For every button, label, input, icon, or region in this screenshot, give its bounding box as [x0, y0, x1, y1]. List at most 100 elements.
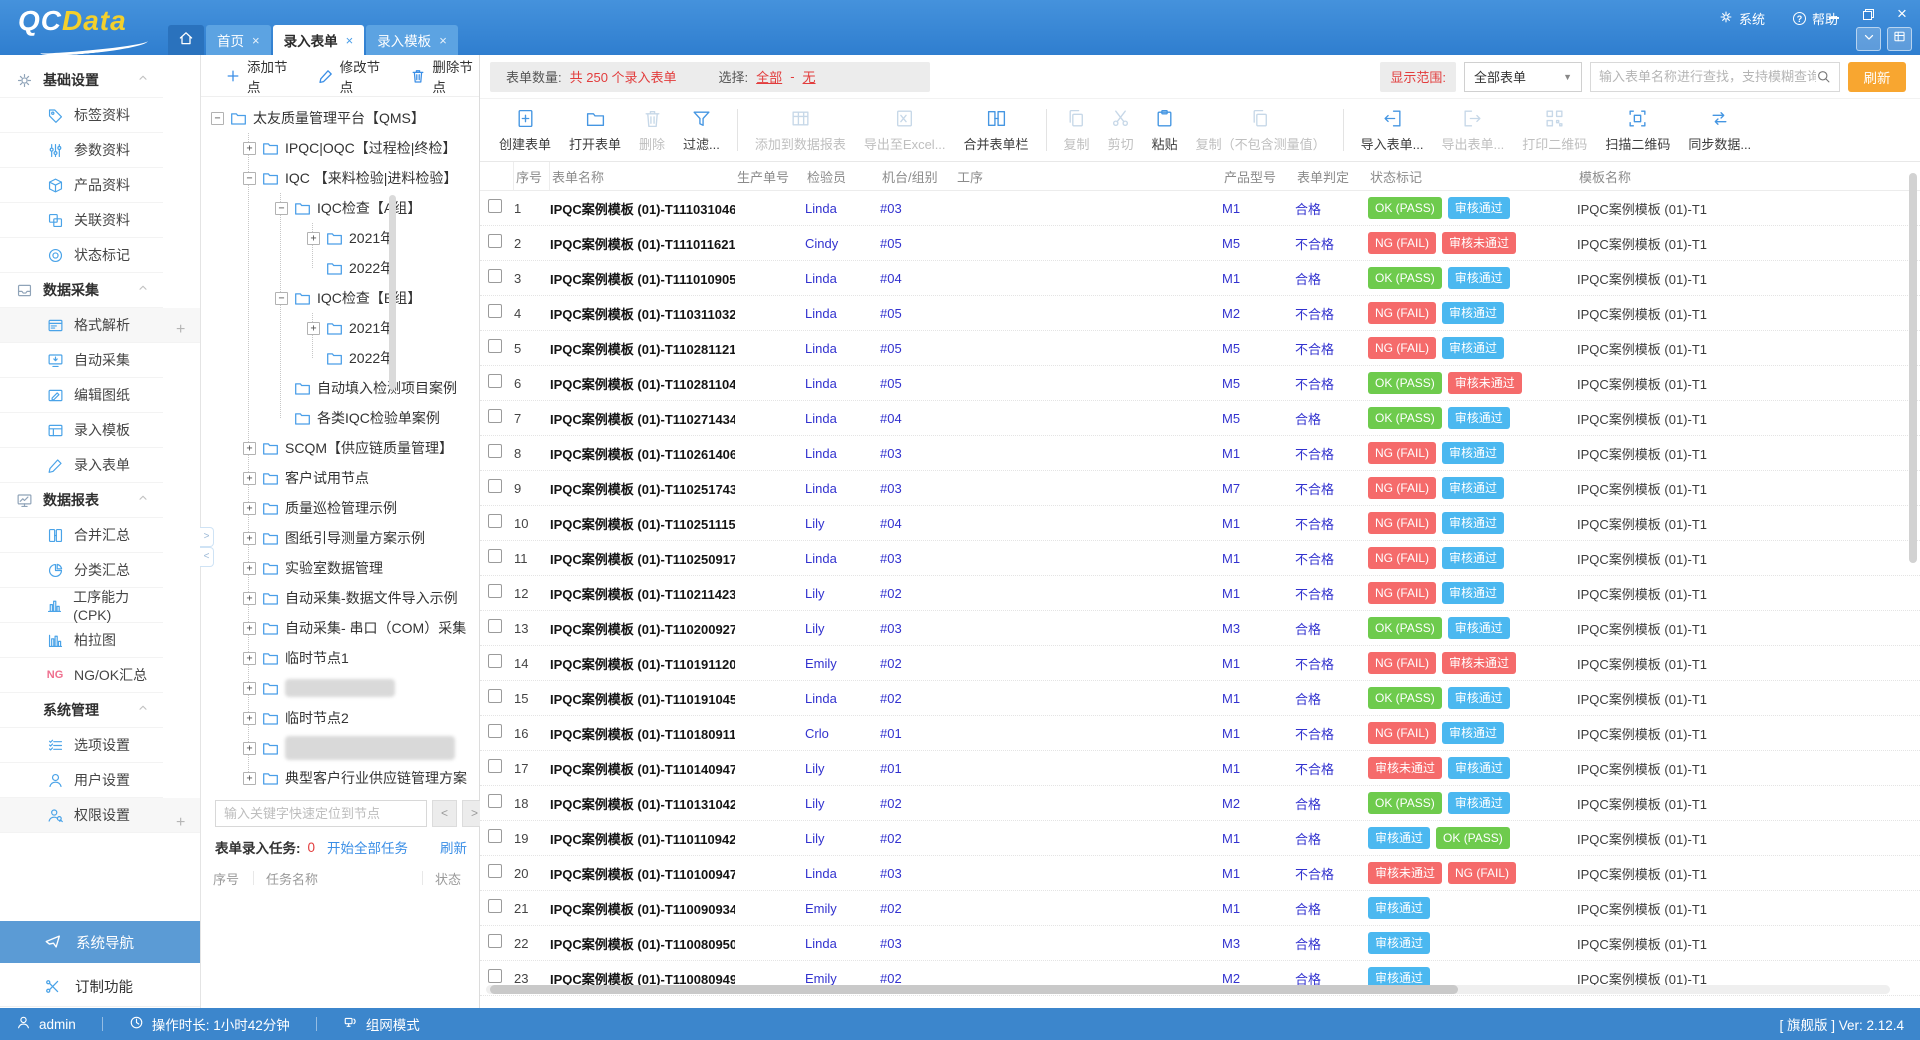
horizontal-scrollbar-thumb[interactable]	[490, 985, 1458, 994]
row-checkbox[interactable]	[488, 339, 502, 353]
column-header[interactable]: 序号	[514, 162, 550, 191]
sidebar-item[interactable]: 录入表单	[0, 448, 163, 483]
row-checkbox[interactable]	[488, 654, 502, 668]
tree-expander-icon[interactable]: −	[243, 172, 256, 185]
table-row[interactable]: 22IPQC案例模板 (01)-T110080950Linda#03M3合格审核…	[480, 926, 1920, 961]
node-toolbar-button-0[interactable]: 添加节点	[225, 56, 294, 96]
table-row[interactable]: 19IPQC案例模板 (01)-T110110942Lily#02M1合格审核通…	[480, 821, 1920, 856]
row-checkbox[interactable]	[488, 969, 502, 983]
minimize-button[interactable]	[1826, 6, 1842, 22]
tree-expander-icon[interactable]: +	[243, 532, 256, 545]
sidebar-group-3[interactable]: 系统管理	[0, 693, 163, 728]
column-header[interactable]: 产品型号	[1222, 167, 1295, 186]
sidebar-item[interactable]: 产品资料	[0, 168, 163, 203]
table-row[interactable]: 3IPQC案例模板 (01)-T11101090529Linda#04M1合格O…	[480, 261, 1920, 296]
sidebar-item[interactable]: 工序能力(CPK)	[0, 588, 163, 623]
node-toolbar-button-1[interactable]: 修改节点	[318, 56, 387, 96]
row-checkbox[interactable]	[488, 409, 502, 423]
tree-node[interactable]: +临时节点1	[243, 643, 349, 673]
table-row[interactable]: 16IPQC案例模板 (01)-T110180911Crlo#01M1不合格NG…	[480, 716, 1920, 751]
toolbar-button-3[interactable]: 过滤...	[674, 108, 729, 153]
tree-expander-icon[interactable]: +	[243, 712, 256, 725]
sidebar-item[interactable]: 参数资料	[0, 133, 163, 168]
row-checkbox[interactable]	[488, 234, 502, 248]
sidebar-item[interactable]: 关联资料	[0, 203, 163, 238]
column-header[interactable]: 表单判定	[1295, 167, 1368, 186]
tree-node[interactable]: +	[243, 673, 395, 703]
row-checkbox[interactable]	[488, 199, 502, 213]
tab-1[interactable]: 录入表单×	[273, 25, 365, 55]
sidebar-item[interactable]: 用户设置	[0, 763, 163, 798]
tree-node[interactable]: +临时节点2	[243, 703, 349, 733]
table-row[interactable]: 12IPQC案例模板 (01)-T11021142335Lily#02M1不合格…	[480, 576, 1920, 611]
sidebar-item[interactable]: 选项设置	[0, 728, 163, 763]
table-row[interactable]: 20IPQC案例模板 (01)-T110100947Linda#03M1不合格审…	[480, 856, 1920, 891]
tree-node[interactable]: +	[243, 733, 455, 763]
tab-home[interactable]	[168, 25, 204, 55]
tree-node[interactable]: +图纸引导测量方案示例	[243, 523, 425, 553]
tree-node[interactable]: +典型客户行业供应链管理方案	[243, 763, 467, 793]
sidebar-group-2[interactable]: 数据报表	[0, 483, 163, 518]
table-row[interactable]: 2IPQC案例模板 (01)-T11101162130Cindy#05M5不合格…	[480, 226, 1920, 261]
toolbar-button-11[interactable]: 粘贴	[1143, 108, 1187, 153]
tree-node[interactable]: +2021年	[307, 223, 394, 253]
table-row[interactable]: 5IPQC案例模板 (01)-T11028112137Linda#05M5不合格…	[480, 331, 1920, 366]
sidebar-item[interactable]: 分类汇总	[0, 553, 163, 588]
tree-node[interactable]: 各类IQC检验单案例	[275, 403, 440, 433]
column-header[interactable]: 检验员	[805, 167, 880, 186]
tree-expander-icon[interactable]: +	[243, 142, 256, 155]
sidebar-group-0[interactable]: 基础设置	[0, 63, 163, 98]
vertical-scrollbar-thumb[interactable]	[1909, 173, 1917, 563]
tree-node[interactable]: +实验室数据管理	[243, 553, 383, 583]
row-checkbox[interactable]	[488, 864, 502, 878]
table-row[interactable]: 13IPQC案例模板 (01)-T11020092739Lily#03M3合格O…	[480, 611, 1920, 646]
sidebar-item[interactable]: 录入模板	[0, 413, 163, 448]
task-refresh-link[interactable]: 刷新	[440, 837, 467, 857]
sidebar-item[interactable]: 状态标记	[0, 238, 163, 273]
tree-expander-icon[interactable]: +	[243, 442, 256, 455]
row-checkbox[interactable]	[488, 584, 502, 598]
tree-expander-icon[interactable]: +	[307, 232, 320, 245]
node-toolbar-button-2[interactable]: 删除节点	[410, 56, 479, 96]
refresh-button[interactable]: 刷新	[1848, 62, 1906, 92]
sidebar-group-1[interactable]: 数据采集	[0, 273, 163, 308]
tree-expander-icon[interactable]: −	[211, 112, 224, 125]
tree-node[interactable]: 自动填入检测项目案例	[275, 373, 457, 403]
scope-dropdown[interactable]: 全部表单 ▼	[1464, 62, 1582, 92]
row-checkbox[interactable]	[488, 724, 502, 738]
select-none-link[interactable]: 无	[803, 67, 816, 86]
tree-node[interactable]: +自动采集-数据文件导入示例	[243, 583, 458, 613]
expand-panel-button[interactable]: >	[200, 527, 214, 547]
row-checkbox[interactable]	[488, 794, 502, 808]
close-icon[interactable]: ×	[439, 33, 447, 48]
sidebar-item[interactable]: 编辑图纸	[0, 378, 163, 413]
sidebar-item[interactable]: 权限设置	[0, 798, 200, 833]
table-row[interactable]: 7IPQC案例模板 (01)-T11027143400Linda#04M5合格O…	[480, 401, 1920, 436]
tree-node[interactable]: +质量巡检管理示例	[243, 493, 397, 523]
tree-node[interactable]: +2021年	[307, 313, 394, 343]
tree-expander-icon[interactable]: +	[243, 682, 256, 695]
table-row[interactable]: 14IPQC案例模板 (01)-T110191120Emily#02M1不合格N…	[480, 646, 1920, 681]
tree-search-input[interactable]	[215, 800, 427, 827]
column-header[interactable]: 工序	[955, 167, 1222, 186]
table-row[interactable]: 6IPQC案例模板 (01)-T11028110409Linda#05M5不合格…	[480, 366, 1920, 401]
tree-expander-icon[interactable]: −	[275, 292, 288, 305]
tree-scrollbar[interactable]	[389, 195, 396, 390]
table-row[interactable]: 1IPQC案例模板 (01)-T11103104638Linda#03M1合格O…	[480, 191, 1920, 226]
table-row[interactable]: 18IPQC案例模板 (01)-T110131042Lily#02M2合格OK …	[480, 786, 1920, 821]
close-icon[interactable]: ×	[252, 33, 260, 48]
sidebar-pin-plus-icon[interactable]: +	[176, 322, 185, 338]
row-checkbox[interactable]	[488, 304, 502, 318]
row-checkbox[interactable]	[488, 899, 502, 913]
sidebar-item-system-navigation[interactable]: 系统导航	[0, 921, 200, 963]
tree-expander-icon[interactable]: +	[243, 622, 256, 635]
column-header[interactable]: 机台/组别	[880, 167, 955, 186]
table-row[interactable]: 21IPQC案例模板 (01)-T110090934Emily#02M1合格审核…	[480, 891, 1920, 926]
restore-button[interactable]	[1860, 6, 1876, 22]
close-button[interactable]: ×	[1894, 6, 1910, 22]
tab-2[interactable]: 录入模板×	[366, 25, 458, 55]
row-checkbox[interactable]	[488, 374, 502, 388]
system-menu[interactable]: 系统	[1719, 9, 1765, 28]
tree-expander-icon[interactable]: +	[243, 562, 256, 575]
table-row[interactable]: 9IPQC案例模板 (01)-T11025174330Linda#03M7不合格…	[480, 471, 1920, 506]
